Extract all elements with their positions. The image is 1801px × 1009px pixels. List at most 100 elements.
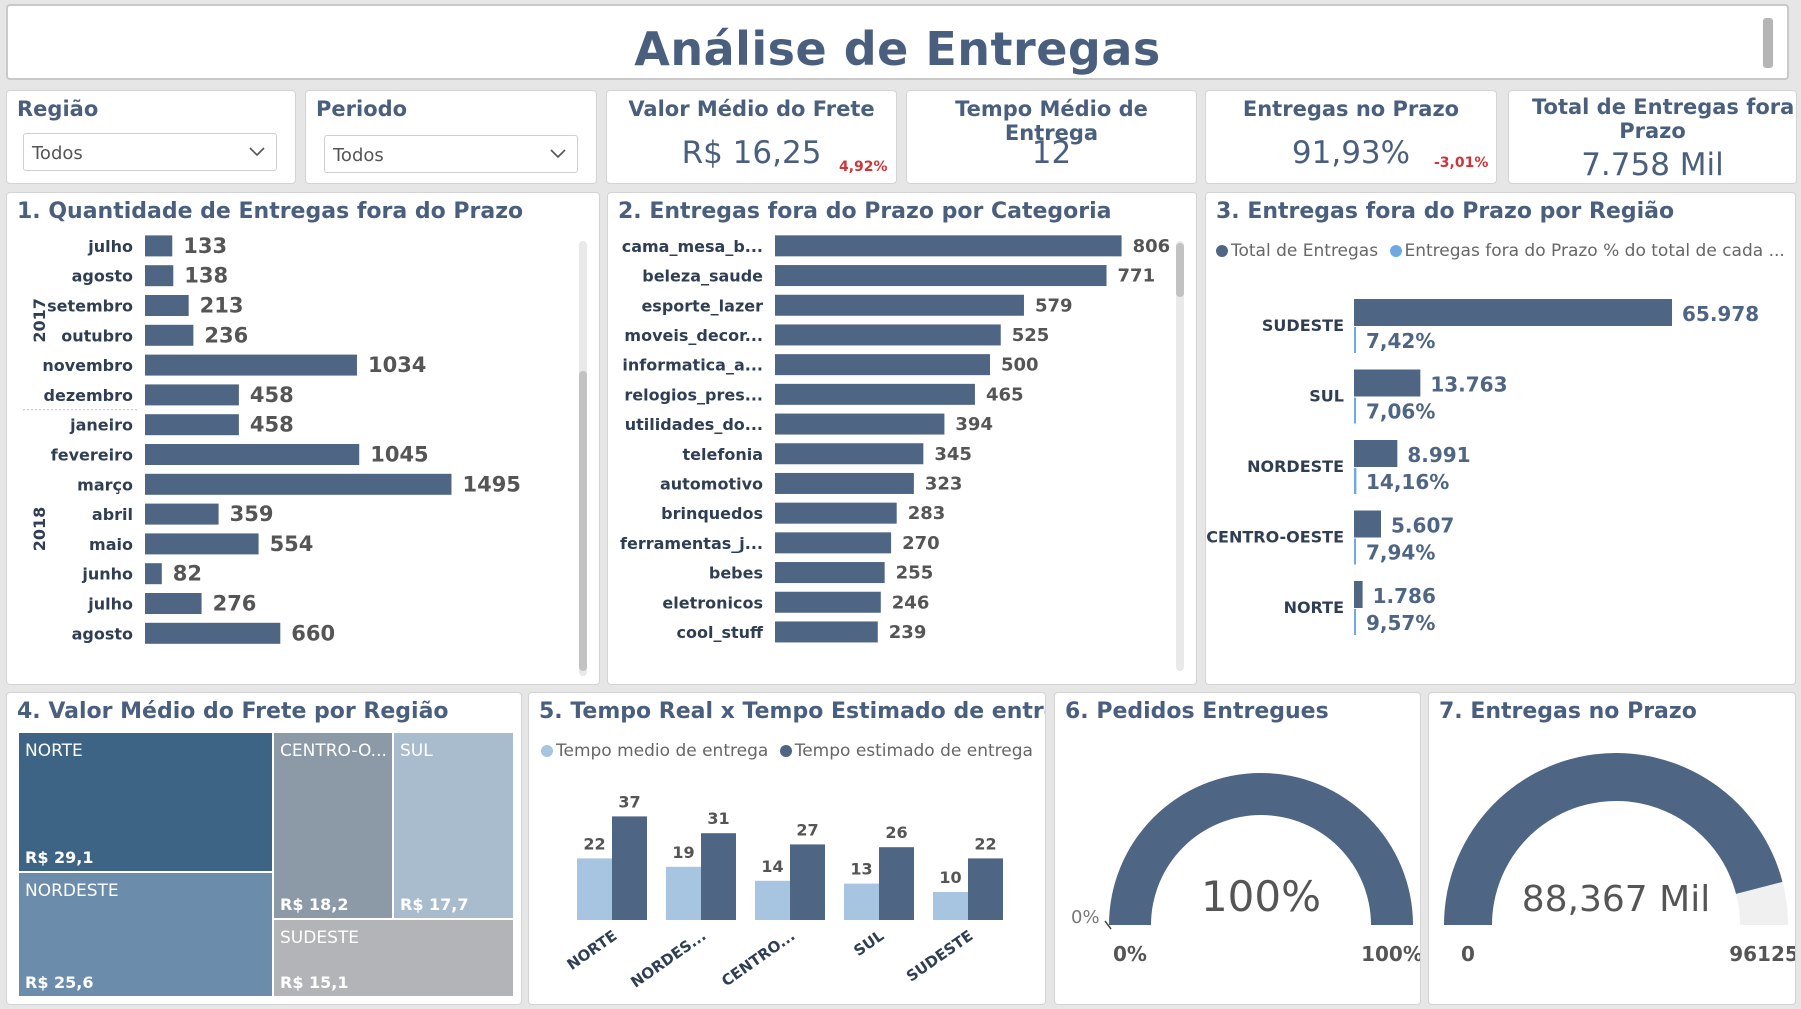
bar — [145, 503, 219, 525]
bar-percent — [1354, 468, 1357, 494]
gauge-target-label: 0% — [1071, 907, 1100, 928]
bar — [775, 532, 892, 554]
kpi-fora-title-2: Prazo — [1619, 119, 1686, 143]
category-label: outubro — [61, 326, 133, 345]
category-label: informatica_a... — [622, 356, 763, 375]
category-label: relogios_pres... — [624, 385, 763, 404]
bar-total — [1354, 299, 1673, 326]
data-label: 236 — [204, 323, 248, 347]
data-label-real: 13 — [850, 860, 872, 879]
chart6-svg: 100% 0% 100% 0% — [1071, 772, 1421, 966]
chart2-scroll-thumb[interactable] — [1176, 243, 1184, 297]
kpi-prazo-card: Entregas no Prazo 91,93% -3,01% — [1205, 90, 1497, 184]
data-label: 138 — [184, 264, 228, 288]
data-label-real: 22 — [583, 834, 605, 853]
treemap-cell[interactable]: NORTE R$ 29,1 — [19, 733, 272, 871]
bar — [775, 383, 975, 405]
data-label-estimado: 26 — [885, 823, 907, 842]
chart1-scrollbar[interactable] — [579, 241, 587, 676]
category-label: SUL — [1309, 387, 1344, 406]
category-label: telefonia — [683, 445, 763, 464]
slicer-periodo-label: Periodo — [316, 97, 408, 121]
category-label: agosto — [72, 267, 133, 286]
category-label: cama_mesa_b... — [622, 237, 763, 256]
data-label: 270 — [902, 533, 940, 554]
chart1-scroll-thumb[interactable] — [579, 371, 587, 671]
data-label: 283 — [908, 503, 946, 524]
bar — [145, 563, 162, 585]
data-label: 771 — [1118, 266, 1156, 287]
kpi-frete-card: Valor Médio do Frete R$ 16,25 4,92% — [606, 90, 897, 184]
periodo-dropdown[interactable]: Todos — [324, 135, 578, 173]
regiao-dropdown[interactable]: Todos — [23, 133, 277, 171]
data-label: 525 — [1012, 325, 1050, 346]
data-label-real: 10 — [939, 868, 961, 887]
bar-total — [1354, 510, 1382, 538]
treemap-cell-name: SUL — [400, 741, 433, 761]
chart5-card: 5. Tempo Real x Tempo Estimado de entreg… — [528, 692, 1046, 1005]
data-label: 1495 — [462, 472, 520, 496]
bar — [145, 354, 357, 376]
treemap-cell[interactable]: CENTRO-O... R$ 18,2 — [274, 733, 392, 918]
category-label: moveis_decor... — [624, 326, 763, 345]
treemap-cell-value: R$ 17,7 — [400, 895, 469, 914]
data-label: 660 — [291, 621, 335, 645]
kpi-frete-title: Valor Médio do Frete — [628, 97, 875, 121]
gauge-min-label: 0 — [1461, 942, 1475, 966]
chart2-scrollbar[interactable] — [1176, 241, 1184, 671]
data-label: 458 — [250, 383, 294, 407]
bar-estimado — [879, 847, 914, 920]
treemap-cell[interactable]: SUL R$ 17,7 — [394, 733, 513, 918]
bar — [775, 591, 881, 613]
group-label: 2017 — [30, 298, 49, 343]
data-label: 465 — [986, 384, 1024, 405]
data-label: 806 — [1133, 236, 1171, 257]
data-label: 246 — [892, 592, 930, 613]
header-card: Análise de Entregas — [6, 4, 1789, 80]
data-label-total: 5.607 — [1391, 514, 1454, 538]
category-label: brinquedos — [661, 504, 763, 523]
kpi-tempo-value: 12 — [1031, 135, 1072, 171]
treemap-cell-value: R$ 25,6 — [25, 973, 94, 992]
bar-total — [1354, 581, 1363, 608]
gauge-value: 88,367 Mil — [1522, 879, 1710, 920]
bar — [775, 235, 1122, 257]
category-label: dezembro — [44, 386, 133, 405]
kpi-tempo-card: Tempo Médio de Entrega 12 — [906, 90, 1197, 184]
data-label-total: 8.991 — [1407, 443, 1470, 467]
bar — [775, 562, 885, 584]
chart4-card: 4. Valor Médio do Frete por Região NORTE… — [6, 692, 522, 1005]
gauge-max-label: 100% — [1361, 942, 1421, 966]
data-label: 276 — [213, 592, 257, 616]
page-title: Análise de Entregas — [634, 22, 1161, 76]
header-scrollbar[interactable] — [1763, 18, 1773, 68]
chart3-card: 3. Entregas fora do Prazo por Região Tot… — [1205, 192, 1796, 685]
data-label: 345 — [934, 444, 972, 465]
category-label: setembro — [47, 297, 133, 316]
category-label: automotivo — [660, 474, 763, 493]
treemap-cell[interactable]: NORDESTE R$ 25,6 — [19, 873, 272, 996]
chart4-title: 4. Valor Médio do Frete por Região — [17, 699, 449, 724]
treemap-cell-name: CENTRO-O... — [280, 741, 387, 761]
data-label-estimado: 31 — [707, 809, 729, 828]
category-label: esporte_lazer — [641, 296, 763, 315]
data-label: 82 — [173, 562, 202, 586]
bar-percent — [1354, 609, 1356, 635]
data-label-real: 14 — [761, 857, 783, 876]
bar — [775, 265, 1107, 287]
data-label-percent: 14,16% — [1366, 470, 1449, 494]
slicer-regiao-label: Região — [17, 97, 99, 121]
category-label: SUDESTE — [1262, 316, 1344, 335]
data-label-percent: 7,42% — [1366, 329, 1435, 353]
category-label: SUL — [850, 926, 887, 960]
data-label: 255 — [896, 563, 934, 584]
category-label: CENTRO... — [718, 927, 798, 991]
category-label: julho — [87, 595, 133, 614]
treemap-cell[interactable]: SUDESTE R$ 15,1 — [274, 920, 513, 996]
category-label: agosto — [72, 624, 133, 643]
kpi-prazo-delta: -3,01% — [1434, 155, 1489, 171]
regiao-dropdown-value: Todos — [32, 143, 83, 164]
bar-real — [755, 880, 790, 920]
kpi-fora-title-1: Total de Entregas fora c — [1532, 95, 1797, 119]
bar — [145, 593, 202, 614]
